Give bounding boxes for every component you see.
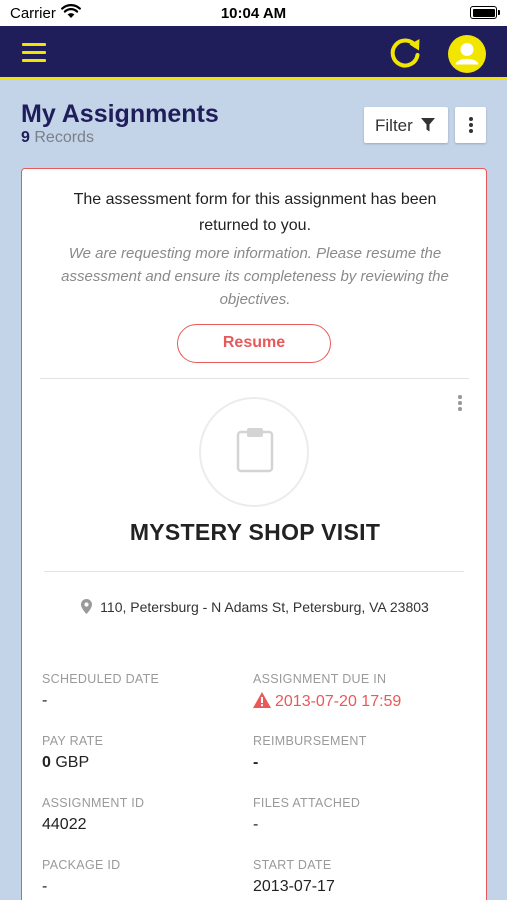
battery-icon (470, 6, 500, 19)
field-value: - (42, 878, 48, 895)
pay-rate-field: PAY RATE 0 GBP (42, 734, 242, 772)
app-navbar (0, 26, 507, 80)
field-value: - (42, 692, 48, 709)
field-value: 2013-07-20 17:59 (253, 692, 453, 711)
assignment-title: MYSTERY SHOP VISIT (129, 519, 381, 545)
assignment-card[interactable]: The assessment form for this assignment … (21, 168, 487, 900)
address-text: 110, Petersburg - N Adams St, Petersburg… (100, 599, 429, 615)
divider (44, 571, 464, 572)
field-value: - (253, 816, 259, 833)
field-value: 44022 (42, 816, 87, 833)
start-date-field: START DATE 2013-07-17 (253, 858, 453, 896)
field-label: PACKAGE ID (42, 858, 121, 872)
assignment-id-field: ASSIGNMENT ID 44022 (42, 796, 242, 834)
more-vertical-icon (458, 395, 462, 399)
more-options-button[interactable] (455, 107, 486, 143)
scheduled-date-field: SCHEDULED DATE - (42, 672, 242, 710)
warning-icon (253, 692, 271, 708)
more-vertical-icon (468, 117, 473, 121)
divider (40, 378, 469, 379)
field-label: PAY RATE (42, 734, 104, 748)
record-count-label: Records (34, 129, 94, 146)
filter-icon (421, 118, 435, 132)
due-in-field: ASSIGNMENT DUE IN 2013-07-20 17:59 (253, 672, 453, 711)
field-label: REIMBURSEMENT (253, 734, 367, 748)
clipboard-icon (236, 428, 274, 473)
record-count: 9 Records (21, 129, 94, 147)
pay-rate-currency: GBP (55, 754, 90, 771)
refresh-icon[interactable] (387, 35, 423, 71)
status-bar: Carrier 10:04 AM (0, 0, 507, 26)
field-value: 2013-07-17 (253, 878, 335, 895)
field-value: - (253, 754, 259, 771)
reimbursement-field: REIMBURSEMENT - (253, 734, 453, 772)
page-header: My Assignments 9 Records Filter (0, 83, 507, 163)
card-more-options[interactable] (450, 391, 470, 413)
clock-time: 10:04 AM (220, 5, 287, 22)
user-avatar-icon[interactable] (448, 35, 486, 73)
field-label: FILES ATTACHED (253, 796, 361, 810)
resume-button[interactable]: Resume (177, 324, 331, 363)
location-pin-icon (81, 599, 93, 614)
address-row: 110, Petersburg - N Adams St, Petersburg… (22, 599, 488, 615)
filter-button-label: Filter (375, 116, 413, 135)
page-title: My Assignments (21, 100, 219, 128)
record-count-number: 9 (21, 129, 30, 146)
field-value: 0 GBP (42, 754, 242, 772)
filter-button[interactable]: Filter (364, 107, 448, 143)
pay-rate-amount: 0 (42, 754, 51, 771)
due-date-value: 2013-07-20 17:59 (275, 693, 402, 710)
field-label: ASSIGNMENT DUE IN (253, 672, 387, 686)
field-label: START DATE (253, 858, 332, 872)
menu-icon[interactable] (22, 43, 46, 63)
returned-note: We are requesting more information. Plea… (61, 245, 449, 308)
files-attached-field: FILES ATTACHED - (253, 796, 453, 834)
field-label: SCHEDULED DATE (42, 672, 160, 686)
field-label: ASSIGNMENT ID (42, 796, 145, 810)
package-id-field: PACKAGE ID - (42, 858, 242, 896)
clipboard-placeholder (199, 397, 309, 507)
returned-message: The assessment form for this assignment … (73, 191, 437, 234)
